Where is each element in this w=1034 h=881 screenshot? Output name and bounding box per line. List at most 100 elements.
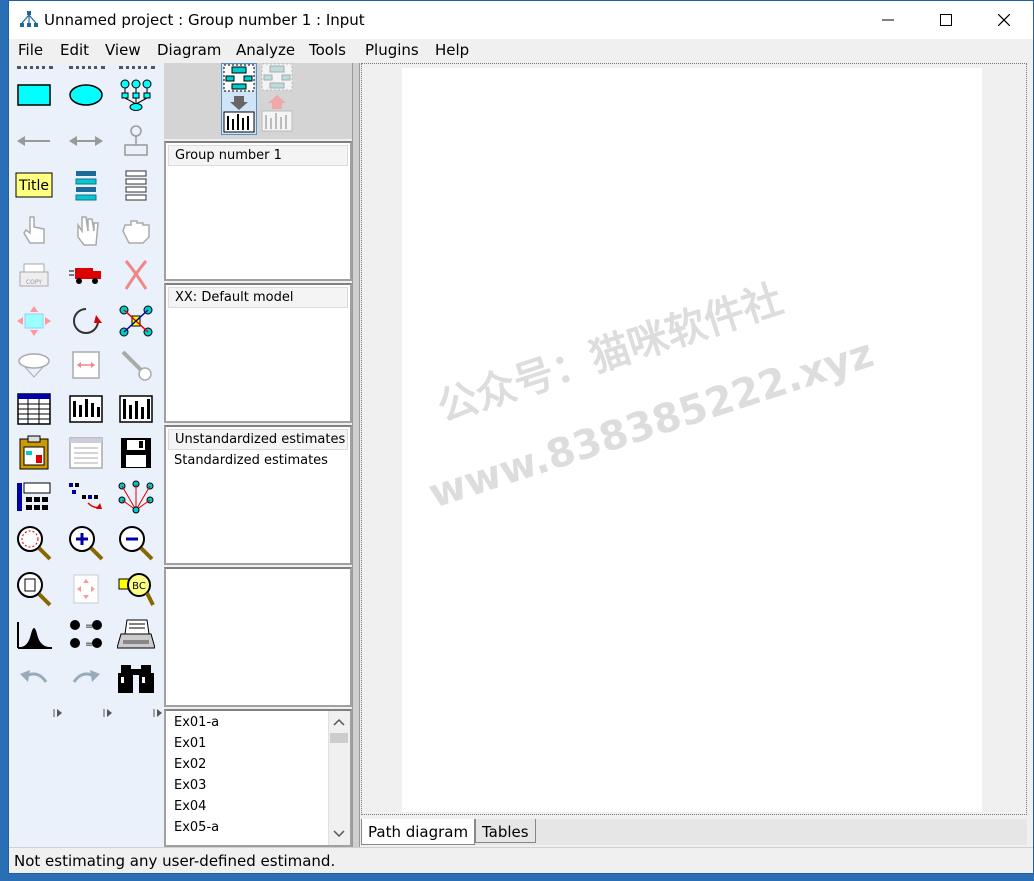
drawing-area[interactable] xyxy=(361,63,1027,815)
fit-page-icon xyxy=(73,574,99,604)
expand-toolbox-arrow[interactable] xyxy=(87,703,129,723)
latent-indicator-icon xyxy=(120,79,152,111)
scroll-thumb[interactable] xyxy=(330,733,348,743)
scroll-down-icon[interactable] xyxy=(329,825,349,843)
svg-text:BC: BC xyxy=(132,581,146,592)
files-scrollbar[interactable] xyxy=(328,711,350,845)
object-properties-button[interactable] xyxy=(13,477,55,517)
move-parameter-values-button[interactable] xyxy=(13,345,55,385)
list-variables-in-dataset-button[interactable] xyxy=(115,165,157,205)
calculate-estimates-button[interactable] xyxy=(115,389,157,429)
pane-splitter[interactable] xyxy=(352,63,360,847)
zoom-selected-button[interactable] xyxy=(13,523,55,563)
add-unique-variable-button[interactable] xyxy=(115,121,157,161)
multiple-group-analysis-button[interactable]: = = xyxy=(65,615,107,655)
zoom-page-button[interactable] xyxy=(13,569,55,609)
resize-shape-icon xyxy=(17,306,51,336)
maximize-button[interactable] xyxy=(917,1,975,39)
figure-caption-button[interactable]: Title xyxy=(13,165,55,205)
drag-properties-button[interactable] xyxy=(65,477,107,517)
expand-toolbox-arrow[interactable] xyxy=(37,703,79,723)
rotate-indicators-button[interactable] xyxy=(65,301,107,341)
menu-tools[interactable]: Tools xyxy=(309,41,346,59)
file-item[interactable]: Ex03 xyxy=(174,778,206,793)
fit-to-page-button[interactable] xyxy=(65,569,107,609)
file-item[interactable]: Ex02 xyxy=(174,757,206,772)
open-hand-icon xyxy=(77,216,99,246)
estimates-panel: Unstandardized estimates Standardized es… xyxy=(164,425,352,565)
expand-arrow-icon xyxy=(153,709,162,717)
tab-path-diagram[interactable]: Path diagram xyxy=(361,819,476,845)
redo-button[interactable] xyxy=(65,659,107,699)
tab-tables[interactable]: Tables xyxy=(475,819,536,843)
view-tabs: Path diagram Tables xyxy=(361,819,1027,845)
status-text: Not estimating any user-defined estimand… xyxy=(14,852,336,870)
specification-search-button[interactable] xyxy=(115,659,157,699)
group-item[interactable]: Group number 1 xyxy=(168,145,348,166)
analysis-properties-button[interactable] xyxy=(65,389,107,429)
zoom-in-button[interactable] xyxy=(65,523,107,563)
abacus-icon xyxy=(69,395,103,423)
loupe-button[interactable]: BC xyxy=(115,569,157,609)
scroll-icon xyxy=(72,351,100,379)
touch-up-button[interactable] xyxy=(115,345,157,385)
status-bar: Not estimating any user-defined estimand… xyxy=(9,847,1033,873)
menu-bar: File Edit View Diagram Analyze Tools Plu… xyxy=(9,39,1033,61)
model-item[interactable]: XX: Default model xyxy=(168,287,348,308)
draw-unobserved-variable-button[interactable] xyxy=(65,75,107,115)
select-data-files-button[interactable] xyxy=(13,389,55,429)
duplicate-objects-button[interactable]: COPY xyxy=(13,255,55,295)
diagram-page[interactable] xyxy=(402,68,982,812)
menu-view[interactable]: View xyxy=(105,41,141,59)
dataset-list-icon xyxy=(125,170,147,201)
print-diagram-button[interactable] xyxy=(115,615,157,655)
draw-covariance-button[interactable] xyxy=(65,121,107,161)
file-item[interactable]: Ex04 xyxy=(174,799,206,814)
zoom-out-button[interactable] xyxy=(115,523,157,563)
svg-text:COPY: COPY xyxy=(26,279,42,286)
reflect-indicators-button[interactable] xyxy=(115,301,157,341)
object-properties-icon xyxy=(17,482,51,511)
draw-observed-variable-button[interactable] xyxy=(13,75,55,115)
toolbox-grip xyxy=(119,66,155,69)
undo-icon xyxy=(20,670,48,683)
toolbox-grip xyxy=(17,66,53,69)
menu-analyze[interactable]: Analyze xyxy=(236,41,295,59)
minimize-button[interactable] xyxy=(859,1,917,39)
undo-button[interactable] xyxy=(13,659,55,699)
select-one-object-button[interactable] xyxy=(13,211,55,251)
file-item[interactable]: Ex01-a xyxy=(174,715,219,730)
input-diagram-icon xyxy=(223,64,255,133)
file-item[interactable]: Ex05-a xyxy=(174,820,219,835)
copy-to-clipboard-button[interactable] xyxy=(13,433,55,473)
scroll-up-icon[interactable] xyxy=(329,713,349,731)
menu-plugins[interactable]: Plugins xyxy=(365,41,419,59)
move-objects-button[interactable] xyxy=(65,255,107,295)
pointing-hand-icon xyxy=(23,216,45,244)
view-text-output-button[interactable] xyxy=(65,433,107,473)
svg-text:=: = xyxy=(85,621,93,632)
preserve-symmetries-button[interactable] xyxy=(115,477,157,517)
rotate-icon xyxy=(73,308,102,334)
zoom-in-icon xyxy=(69,526,104,561)
menu-edit[interactable]: Edit xyxy=(60,41,89,59)
close-button[interactable] xyxy=(975,1,1033,39)
view-output-button[interactable] xyxy=(260,63,296,135)
draw-indicator-variable-button[interactable] xyxy=(115,75,157,115)
scroll-button[interactable] xyxy=(65,345,107,385)
menu-file[interactable]: File xyxy=(18,41,43,59)
estimate-item[interactable]: Standardized estimates xyxy=(174,453,328,468)
erase-objects-button[interactable] xyxy=(115,255,157,295)
menu-help[interactable]: Help xyxy=(435,41,469,59)
select-all-objects-button[interactable] xyxy=(65,211,107,251)
file-item[interactable]: Ex01 xyxy=(174,736,206,751)
bayesian-estimation-button[interactable] xyxy=(13,615,55,655)
view-input-button[interactable] xyxy=(221,63,257,135)
list-variables-in-model-button[interactable] xyxy=(65,165,107,205)
change-shape-button[interactable] xyxy=(13,301,55,341)
save-diagram-button[interactable] xyxy=(115,433,157,473)
draw-path-button[interactable] xyxy=(13,121,55,161)
estimate-item[interactable]: Unstandardized estimates xyxy=(168,429,348,450)
menu-diagram[interactable]: Diagram xyxy=(157,41,221,59)
deselect-all-objects-button[interactable] xyxy=(115,211,157,251)
